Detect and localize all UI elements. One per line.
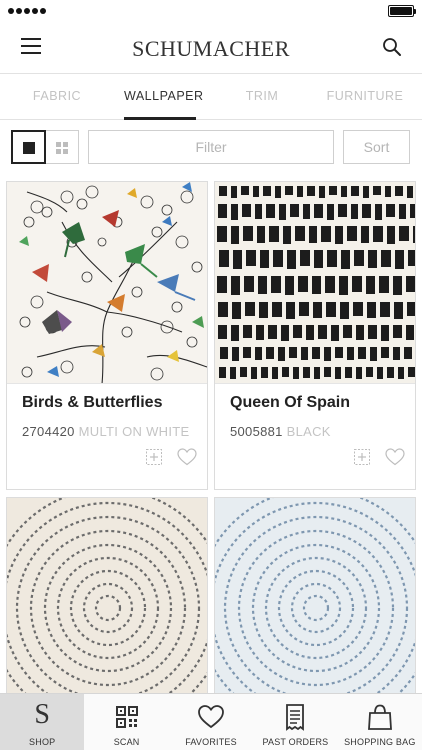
product-sku-line: 5005881 BLACK [230,424,408,439]
single-view-button[interactable] [11,130,46,164]
product-image [7,182,207,384]
schumacher-s-icon: S [34,699,50,730]
product-card[interactable] [214,497,416,697]
brand-logo: SCHUMACHER [132,36,290,61]
toolbar: Filter Sort [0,130,422,164]
tab-wallpaper[interactable]: WALLPAPER [124,74,203,120]
tab-trim[interactable]: TRIM [230,74,294,120]
tab-fabric[interactable]: FABRIC [20,74,94,120]
bottom-nav: S SHOP SCAN FAVORITES PAST ORDERS SHOPPI… [0,693,422,750]
product-color: MULTI ON WHITE [78,424,190,439]
product-card[interactable]: Birds & Butterflies 2704420 MULTI ON WHI… [6,181,208,490]
battery-icon [388,5,416,17]
nav-label: SHOP [29,737,56,747]
receipt-icon [286,704,305,731]
favorite-heart-icon[interactable] [385,448,405,466]
product-image [7,498,207,696]
signal-strength-icon [8,8,46,14]
product-card[interactable] [6,497,208,697]
nav-label: PAST ORDERS [262,737,329,747]
product-sku: 2704420 [22,424,75,439]
nav-label: SCAN [113,737,140,747]
nav-past-orders[interactable]: PAST ORDERS [253,694,337,750]
app-header: SCHUMACHER [0,22,422,74]
product-image [215,182,415,384]
single-view-icon [23,142,35,154]
nav-label: FAVORITES [185,737,237,747]
nav-shopping-bag[interactable]: SHOPPING BAG [338,694,422,750]
filter-button[interactable]: Filter [88,130,334,164]
grid-view-button[interactable] [45,131,78,163]
status-bar [0,0,422,22]
product-color: BLACK [286,424,331,439]
product-image [215,498,415,696]
add-to-project-icon[interactable] [353,448,371,466]
product-name: Queen Of Spain [230,394,351,411]
favorite-heart-icon[interactable] [177,448,197,466]
grid-view-icon [55,142,68,154]
shopping-bag-icon [367,704,392,730]
heart-icon [198,705,224,729]
nav-favorites[interactable]: FAVORITES [169,694,253,750]
product-name: Birds & Butterflies [22,394,163,411]
tab-furniture[interactable]: FURNITURE [326,74,404,120]
nav-shop[interactable]: S SHOP [0,694,85,750]
product-card[interactable]: Queen Of Spain 5005881 BLACK [214,181,416,490]
qr-code-icon [115,706,138,728]
add-to-project-icon[interactable] [145,448,163,466]
search-icon[interactable] [382,37,402,57]
nav-scan[interactable]: SCAN [84,694,168,750]
view-toggle [11,130,79,164]
nav-label: SHOPPING BAG [344,737,416,747]
category-tabs: FABRIC WALLPAPER TRIM FURNITURE [0,74,422,120]
sort-button[interactable]: Sort [343,130,410,164]
product-sku-line: 2704420 MULTI ON WHITE [22,424,200,439]
product-sku: 5005881 [230,424,283,439]
